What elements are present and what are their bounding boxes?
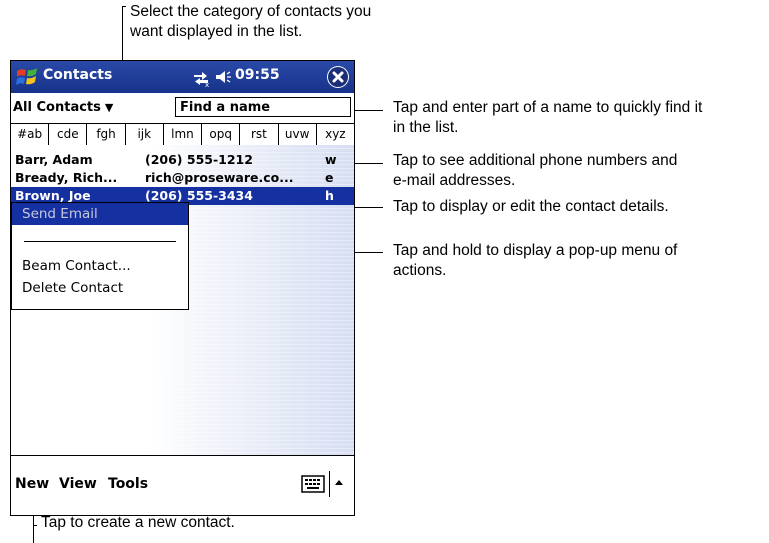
phone-callout-line-2: e-mail addresses. (393, 172, 516, 189)
find-callout: Tap and enter part of a name to quickly … (393, 98, 702, 138)
find-name-input[interactable] (175, 97, 351, 117)
contact-name: Bready, Rich... (15, 170, 118, 185)
letter-tab[interactable]: fgh (87, 124, 126, 146)
new-callout-text: Tap to create a new contact. (41, 514, 235, 531)
phone-callout-line-1: Tap to see additional phone numbers and (393, 152, 678, 169)
menu-separator (24, 241, 176, 242)
pocket-pc-screen: Contacts x 09:55 All Contacts▼ #ab cde f… (10, 60, 355, 516)
category-callout-line-1: Select the category of contacts you (130, 3, 372, 20)
letter-tab[interactable]: lmn (164, 124, 203, 146)
popup-callout-line-2: actions. (393, 262, 447, 279)
letter-tab[interactable]: uvw (279, 124, 317, 146)
close-icon (328, 67, 348, 87)
new-callout: Tap to create a new contact. (41, 513, 235, 533)
svg-text:x: x (205, 81, 209, 87)
category-leader-tick (122, 6, 126, 7)
keyboard-icon[interactable] (301, 473, 325, 495)
letter-tab[interactable]: #ab (11, 124, 50, 146)
category-callout: Select the category of contacts you want… (130, 2, 371, 42)
contact-type[interactable]: e (325, 169, 333, 187)
details-callout: Tap to display or edit the contact detai… (393, 197, 669, 217)
new-leader-tick (33, 525, 37, 526)
filter-bar: All Contacts ▼ (11, 93, 354, 123)
letter-tab[interactable]: rst (240, 124, 279, 146)
category-dropdown[interactable]: All Contacts ▼ (13, 100, 113, 115)
contact-type[interactable]: w (325, 151, 337, 169)
connectivity-icon[interactable]: x (191, 67, 211, 87)
contact-info: rich@proseware.co... (145, 170, 294, 185)
beam-contact-menu-item[interactable]: Beam Contact... (22, 256, 131, 276)
windows-start-icon[interactable] (15, 65, 39, 89)
popup-callout-line-1: Tap and hold to display a pop-up menu of (393, 242, 678, 259)
find-callout-line-1: Tap and enter part of a name to quickly … (393, 99, 703, 116)
view-menu[interactable]: View (59, 476, 97, 492)
letter-tab[interactable]: ijk (126, 124, 164, 146)
title-bar: Contacts x 09:55 (11, 61, 354, 93)
clock[interactable]: 09:55 (235, 67, 280, 83)
chevron-down-icon: ▼ (104, 101, 114, 114)
new-menu[interactable]: New (15, 476, 49, 492)
find-callout-line-2: in the list. (393, 119, 459, 136)
app-title: Contacts (43, 67, 113, 83)
speaker-icon[interactable] (214, 68, 232, 86)
letter-tab[interactable]: cde (49, 124, 88, 146)
letter-tabs: #ab cde fgh ijk lmn opq rst uvw xyz (11, 123, 354, 147)
contact-name: Barr, Adam (15, 152, 93, 167)
phone-callout: Tap to see additional phone numbers and … (393, 151, 677, 191)
send-email-menu-item[interactable]: Send Email (22, 204, 98, 224)
category-callout-line-2: want displayed in the list. (130, 23, 303, 40)
contact-row[interactable]: Barr, Adam (206) 555-1212 w (11, 151, 354, 169)
close-button[interactable] (327, 66, 349, 88)
details-callout-text: Tap to display or edit the contact detai… (393, 198, 669, 215)
sip-arrow-icon[interactable] (329, 471, 348, 497)
contact-info: (206) 555-1212 (145, 152, 253, 167)
popup-menu: Send Email Beam Contact... Delete Contac… (11, 202, 189, 310)
tools-menu[interactable]: Tools (108, 476, 148, 492)
category-dropdown-label: All Contacts (13, 100, 101, 115)
delete-contact-menu-item[interactable]: Delete Contact (22, 278, 123, 298)
menu-bar: New View Tools (11, 455, 354, 515)
contact-row[interactable]: Bready, Rich... rich@proseware.co... e (11, 169, 354, 187)
letter-tab[interactable]: opq (202, 124, 241, 146)
contact-type[interactable]: h (325, 187, 334, 205)
letter-tab[interactable]: xyz (317, 124, 354, 146)
popup-callout: Tap and hold to display a pop-up menu of… (393, 241, 677, 281)
